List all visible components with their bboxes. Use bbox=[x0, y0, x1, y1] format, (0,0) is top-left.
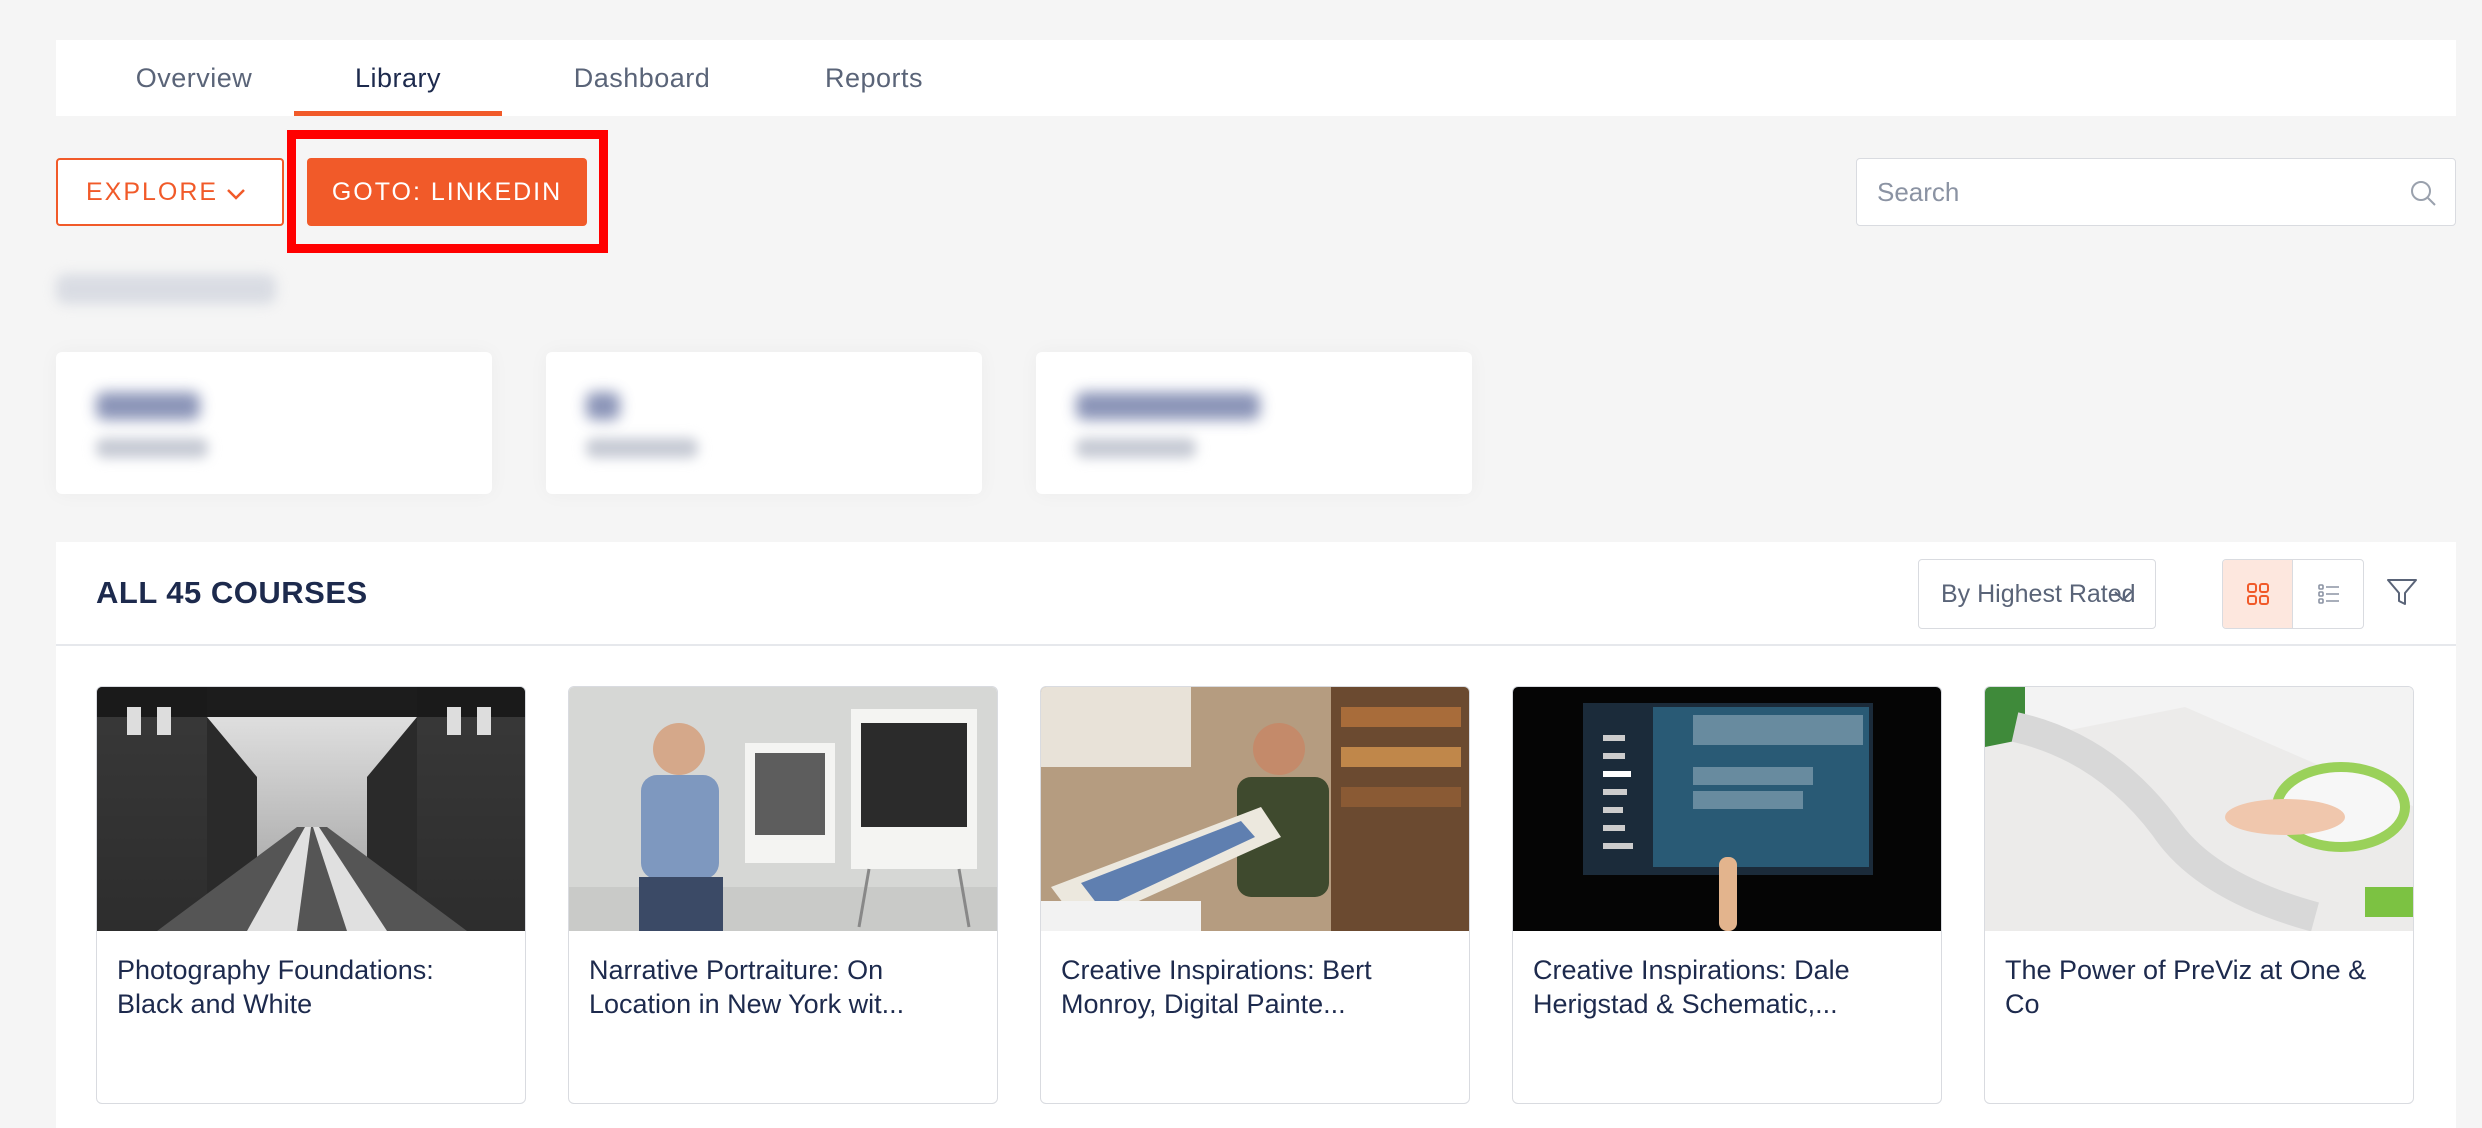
tab-label: Overview bbox=[135, 62, 253, 93]
courses-count-title: ALL 45 COURSES bbox=[96, 575, 368, 610]
goto-label: GOTO: LINKEDIN bbox=[331, 177, 563, 206]
sort-dropdown[interactable]: By Highest Rated bbox=[1918, 559, 2156, 629]
chevron-down-icon bbox=[227, 189, 245, 200]
course-thumbnail bbox=[97, 687, 525, 931]
tab-label: Reports bbox=[824, 62, 924, 93]
course-thumbnail bbox=[569, 687, 997, 931]
tab-overview[interactable]: Overview bbox=[96, 40, 292, 116]
explore-label: EXPLORE bbox=[86, 177, 219, 206]
course-card[interactable]: Creative Inspirations: Bert Monroy, Digi… bbox=[1040, 686, 1470, 1104]
course-title: The Power of PreViz at One & Co bbox=[2005, 955, 2367, 1019]
course-title: Narrative Portraiture: On Location in Ne… bbox=[589, 955, 905, 1019]
course-thumbnail bbox=[1513, 687, 1941, 931]
grid-icon bbox=[2246, 583, 2269, 605]
search-input[interactable] bbox=[1877, 159, 2397, 225]
tab-label: Library bbox=[354, 62, 442, 93]
courses-panel-header: ALL 45 COURSES By Highest Rated bbox=[56, 542, 2456, 646]
course-title: Creative Inspirations: Bert Monroy, Digi… bbox=[1061, 955, 1372, 1019]
tab-dashboard[interactable]: Dashboard bbox=[532, 40, 752, 116]
course-title: Photography Foundations: Black and White bbox=[117, 955, 434, 1019]
tab-reports[interactable]: Reports bbox=[774, 40, 974, 116]
chevron-down-icon bbox=[2114, 591, 2132, 602]
course-thumbnail bbox=[1041, 687, 1469, 931]
tab-library[interactable]: Library bbox=[294, 40, 502, 116]
filter-icon[interactable] bbox=[2384, 574, 2420, 610]
tab-bar: Overview Library Dashboard Reports bbox=[56, 40, 2456, 116]
search-icon[interactable] bbox=[2409, 179, 2437, 207]
view-toggle bbox=[2222, 559, 2364, 629]
sort-selected-label: By Highest Rated bbox=[1941, 579, 2136, 608]
blurred-stat-card bbox=[546, 352, 982, 494]
search-box bbox=[1856, 158, 2456, 226]
course-thumbnail bbox=[1985, 687, 2413, 931]
list-icon bbox=[2318, 584, 2339, 604]
blurred-section-label bbox=[56, 274, 276, 304]
course-card[interactable]: Creative Inspirations: Dale Herigstad & … bbox=[1512, 686, 1942, 1104]
courses-panel: ALL 45 COURSES By Highest Rated Photogra… bbox=[56, 542, 2456, 1128]
explore-dropdown-button[interactable]: EXPLORE bbox=[56, 158, 284, 226]
grid-view-button[interactable] bbox=[2223, 560, 2293, 628]
course-title: Creative Inspirations: Dale Herigstad & … bbox=[1533, 955, 1850, 1019]
list-view-button[interactable] bbox=[2294, 560, 2363, 628]
tab-label: Dashboard bbox=[573, 62, 711, 93]
active-tab-indicator bbox=[294, 111, 502, 116]
blurred-stat-card bbox=[56, 352, 492, 494]
course-card[interactable]: Narrative Portraiture: On Location in Ne… bbox=[568, 686, 998, 1104]
course-card[interactable]: The Power of PreViz at One & Co bbox=[1984, 686, 2414, 1104]
course-card[interactable]: Photography Foundations: Black and White bbox=[96, 686, 526, 1104]
blurred-stat-card bbox=[1036, 352, 1472, 494]
goto-linkedin-button[interactable]: GOTO: LINKEDIN bbox=[307, 158, 587, 226]
